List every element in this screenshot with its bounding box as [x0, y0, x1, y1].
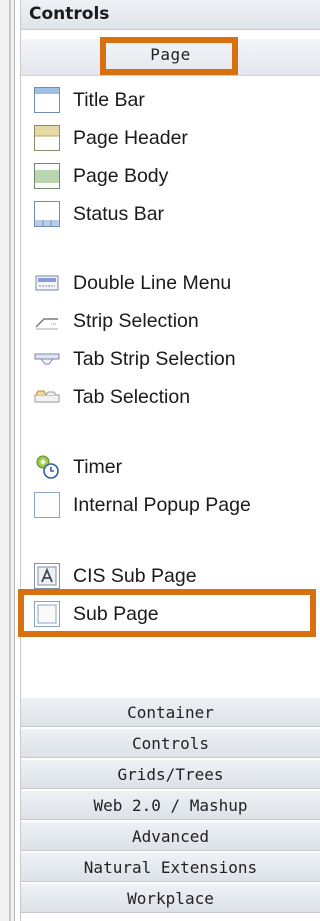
palette-item-status-bar[interactable]: Status Bar	[21, 197, 301, 231]
section-tab-page[interactable]: Page	[21, 38, 320, 76]
palette-item-label: Timer	[73, 455, 123, 478]
palette-item-double-line-menu[interactable]: Double Line Menu	[21, 266, 301, 300]
section-tab-workplace[interactable]: Workplace	[21, 883, 320, 913]
palette-item-label: Page Header	[73, 126, 188, 149]
internal-popup-page-icon	[31, 489, 63, 521]
controls-palette: Controls Page Title Bar Page Header Page…	[20, 0, 320, 921]
palette-item-label: Tab Selection	[73, 385, 191, 408]
palette-item-label: CIS Sub Page	[73, 564, 197, 587]
palette-item-label: Double Line Menu	[73, 271, 232, 294]
double-line-menu-icon	[31, 267, 63, 299]
palette-item-label: Page Body	[73, 164, 169, 187]
tab-strip-selection-icon	[31, 343, 63, 375]
palette-item-timer[interactable]: Timer	[21, 450, 301, 484]
palette-item-label: Title Bar	[73, 88, 145, 111]
palette-item-tab-selection[interactable]: Tab Selection	[21, 380, 301, 414]
sub-page-icon	[31, 598, 63, 630]
section-tab-controls[interactable]: Controls	[21, 728, 320, 758]
palette-item-page-header[interactable]: Page Header	[21, 121, 301, 155]
palette-item-label: Tab Strip Selection	[73, 347, 236, 370]
page-header-icon	[31, 122, 63, 154]
tab-selection-icon	[31, 381, 63, 413]
timer-icon	[31, 451, 63, 483]
status-bar-icon	[31, 198, 63, 230]
title-bar-icon	[31, 84, 63, 116]
palette-item-label: Status Bar	[73, 202, 165, 225]
palette-item-label: Strip Selection	[73, 309, 199, 332]
palette-title: Controls	[21, 0, 320, 30]
page-body-icon	[31, 160, 63, 192]
outer-frame-edge	[0, 0, 15, 921]
palette-item-internal-popup-page[interactable]: Internal Popup Page	[21, 488, 301, 522]
palette-item-page-body[interactable]: Page Body	[21, 159, 301, 193]
palette-item-tab-strip-selection[interactable]: Tab Strip Selection	[21, 342, 301, 376]
palette-item-sub-page[interactable]: Sub Page	[21, 597, 301, 631]
section-tab-web2-mashup[interactable]: Web 2.0 / Mashup	[21, 790, 320, 820]
cis-sub-page-icon	[31, 560, 63, 592]
section-tab-advanced[interactable]: Advanced	[21, 821, 320, 851]
palette-item-strip-selection[interactable]: Strip Selection	[21, 304, 301, 338]
palette-item-label: Sub Page	[73, 602, 159, 625]
palette-item-title-bar[interactable]: Title Bar	[21, 83, 301, 117]
section-tab-grids-trees[interactable]: Grids/Trees	[21, 759, 320, 789]
section-tab-natural-extensions[interactable]: Natural Extensions	[21, 852, 320, 882]
palette-item-cis-sub-page[interactable]: CIS Sub Page	[21, 559, 301, 593]
strip-selection-icon	[31, 305, 63, 337]
section-tab-container[interactable]: Container	[21, 697, 320, 727]
palette-item-label: Internal Popup Page	[73, 493, 251, 516]
